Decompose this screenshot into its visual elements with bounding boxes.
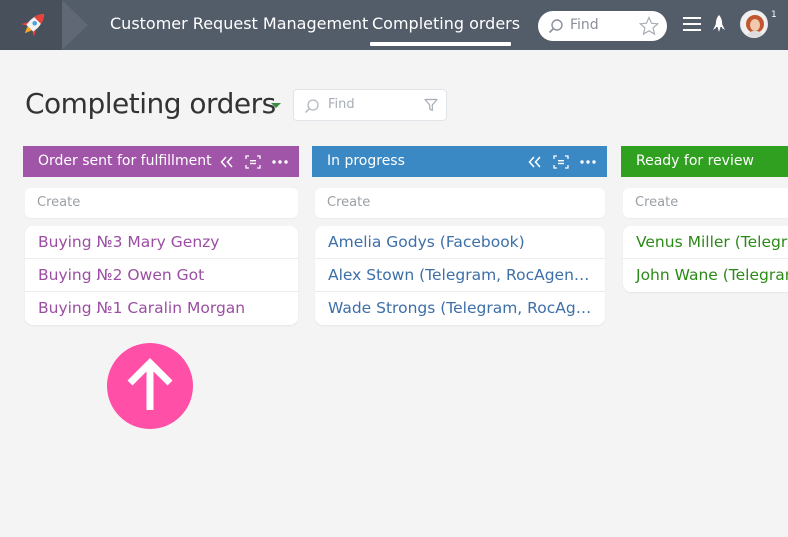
tab-completing-orders[interactable]: Completing orders <box>372 13 520 35</box>
column-title: In progress <box>327 153 405 169</box>
kanban-column-ready-for-review: Ready for review Create Venus Miller (Te… <box>621 146 788 292</box>
list-item[interactable]: Wade Strongs (Telegram, RocAgency) <box>315 292 605 325</box>
avatar[interactable] <box>740 10 768 38</box>
kanban-column-order-sent: Order sent for fulfillment Create Buying… <box>23 146 299 325</box>
card-list: Buying №3 Mary Genzy Buying №2 Owen Got … <box>25 226 298 325</box>
caret-down-icon[interactable] <box>271 103 281 108</box>
create-button[interactable]: Create <box>25 188 298 218</box>
list-item[interactable]: Buying №2 Owen Got <box>25 259 298 292</box>
list-item[interactable]: John Wane (Telegram) <box>623 259 788 292</box>
column-header[interactable]: Ready for review <box>621 146 788 177</box>
list-item[interactable]: Alex Stown (Telegram, RocAgency) <box>315 259 605 292</box>
column-title: Order sent for fulfillment <box>38 153 212 169</box>
scroll-up-button[interactable] <box>107 343 193 429</box>
more-icon[interactable] <box>580 146 596 177</box>
tab-customer-request-management[interactable]: Customer Request Management <box>110 13 368 35</box>
rocket-logo-icon[interactable] <box>0 0 88 50</box>
column-header[interactable]: In progress <box>312 146 607 177</box>
create-button[interactable]: Create <box>623 188 788 218</box>
select-icon[interactable] <box>553 146 569 177</box>
card-list: Amelia Godys (Facebook) Alex Stown (Tele… <box>315 226 605 325</box>
collapse-icon[interactable] <box>220 146 234 177</box>
rocket-icon[interactable] <box>711 14 727 34</box>
more-icon[interactable] <box>272 146 288 177</box>
collapse-icon[interactable] <box>528 146 542 177</box>
column-title: Ready for review <box>636 153 754 169</box>
filter-search-input[interactable]: Find <box>293 89 447 121</box>
kanban-column-in-progress: In progress Create Amelia Godys (Faceboo… <box>312 146 607 325</box>
menu-icon[interactable] <box>683 16 701 32</box>
search-icon <box>304 99 319 114</box>
card-list: Venus Miller (Telegram) John Wane (Teleg… <box>623 226 788 292</box>
column-header[interactable]: Order sent for fulfillment <box>23 146 299 177</box>
create-button[interactable]: Create <box>315 188 605 218</box>
list-item[interactable]: Venus Miller (Telegram) <box>623 226 788 259</box>
top-bar: Customer Request Management Completing o… <box>0 0 788 50</box>
funnel-icon[interactable] <box>424 98 438 112</box>
search-placeholder: Find <box>570 17 599 33</box>
page-title: Completing orders <box>25 87 276 120</box>
star-icon[interactable] <box>639 16 659 36</box>
list-item[interactable]: Buying №1 Caralin Morgan <box>25 292 298 325</box>
notification-count: 1 <box>771 10 777 20</box>
list-item[interactable]: Buying №3 Mary Genzy <box>25 226 298 259</box>
active-tab-indicator <box>370 42 511 46</box>
arrow-up-icon <box>127 358 173 410</box>
select-icon[interactable] <box>245 146 261 177</box>
search-input[interactable]: Find <box>538 11 667 41</box>
list-item[interactable]: Amelia Godys (Facebook) <box>315 226 605 259</box>
search-icon <box>548 19 563 34</box>
filter-placeholder: Find <box>328 97 355 112</box>
